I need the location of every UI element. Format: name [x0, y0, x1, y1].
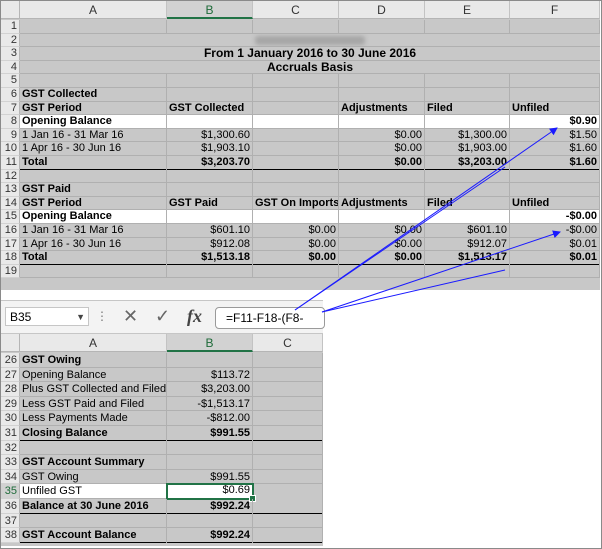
arrow-to-f15 [321, 230, 561, 313]
arrow-to-f11 [294, 166, 506, 311]
reference-arrows [294, 127, 561, 313]
arrow-to-f18 [321, 269, 506, 313]
